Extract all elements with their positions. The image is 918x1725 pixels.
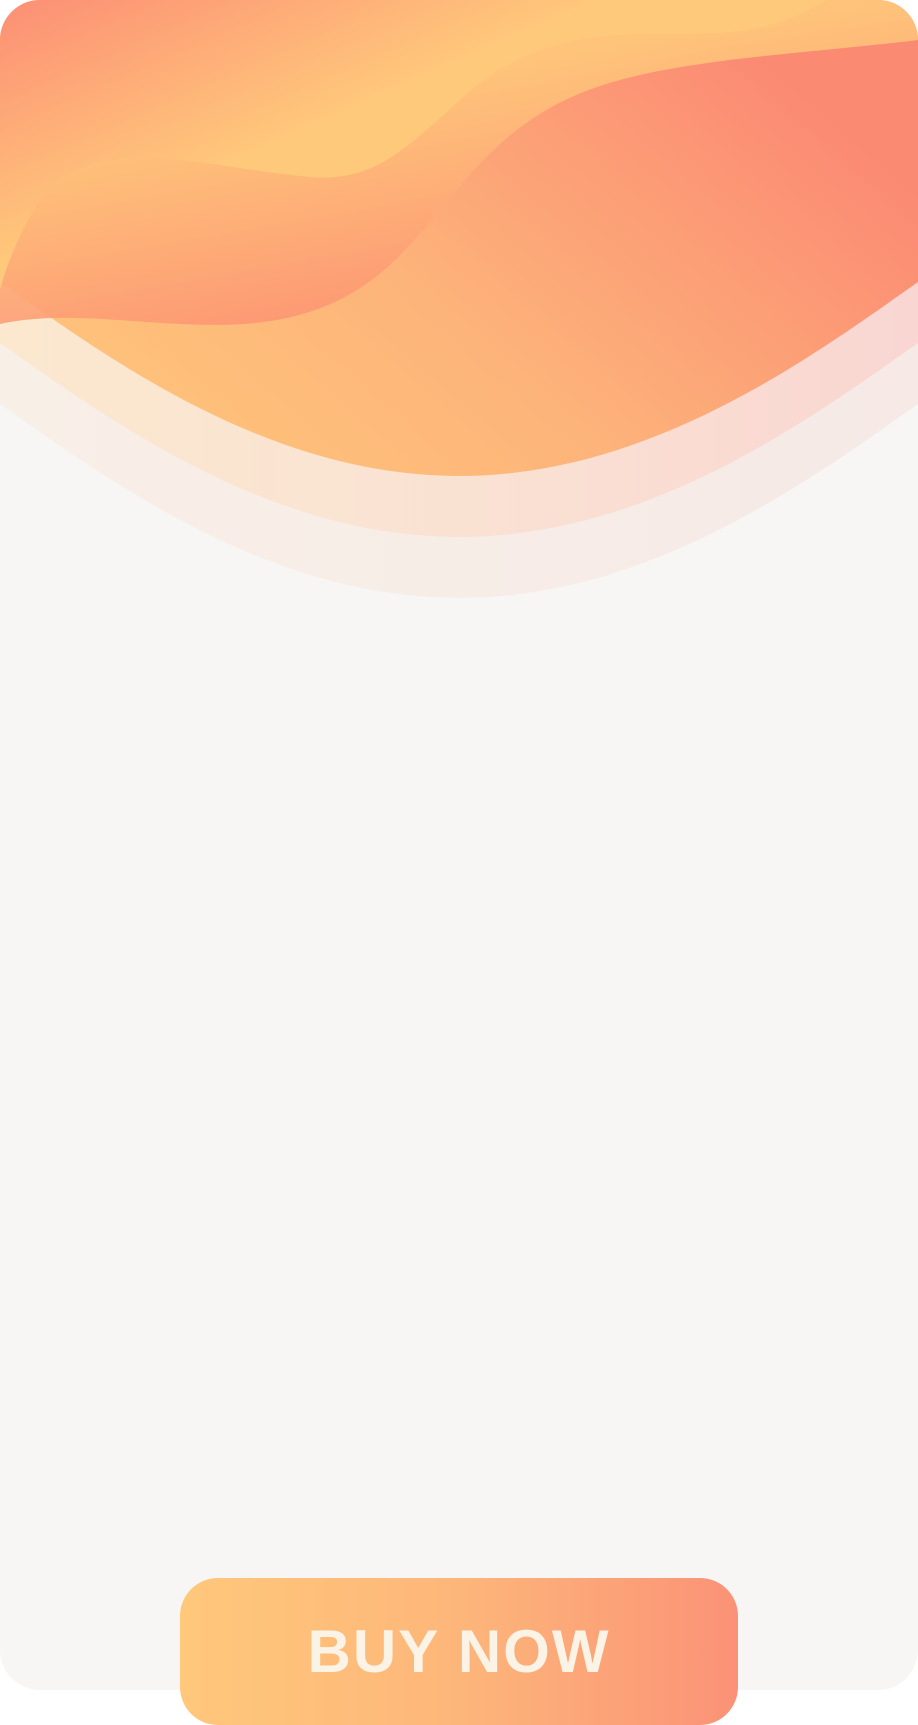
buy-now-button[interactable]: BUY NOW [180,1578,738,1725]
header-wave-art [0,0,918,598]
app-card [0,0,918,1690]
buy-now-label: BUY NOW [307,1618,611,1685]
